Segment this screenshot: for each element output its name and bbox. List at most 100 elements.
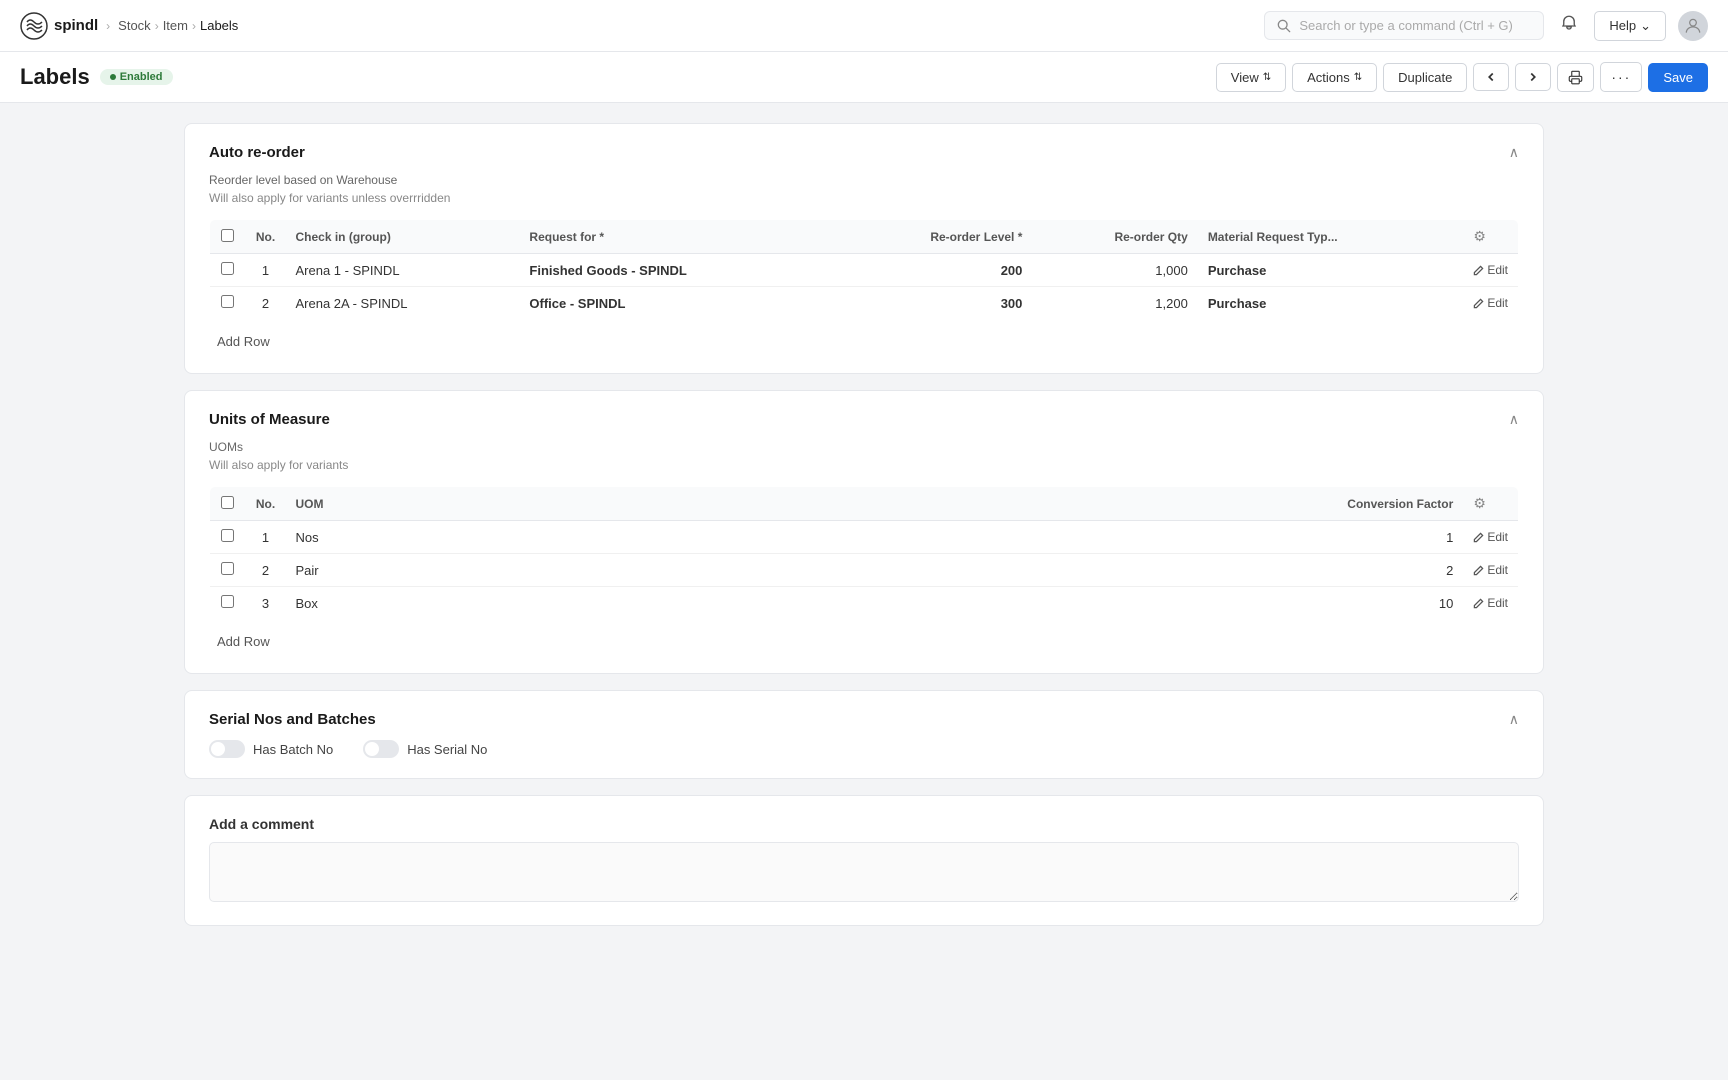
breadcrumb-labels[interactable]: Labels xyxy=(200,18,238,33)
uom-section: Units of Measure ∧ UOMs Will also apply … xyxy=(184,390,1544,674)
table-row: 2 Pair 2 Edit xyxy=(210,554,1519,587)
uom-add-row[interactable]: Add Row xyxy=(209,630,278,653)
comment-input[interactable] xyxy=(209,842,1519,902)
row-reorder-level: 300 xyxy=(834,287,1033,320)
row-material-type: Purchase xyxy=(1198,287,1464,320)
has-batch-no-item: Has Batch No xyxy=(209,740,333,758)
auto-reorder-subtitle: Reorder level based on Warehouse xyxy=(209,173,1519,187)
more-button[interactable]: ··· xyxy=(1600,62,1642,92)
row-checkbox[interactable] xyxy=(221,262,234,275)
breadcrumb-sep-3: › xyxy=(192,19,196,33)
nav-right: Search or type a command (Ctrl + G) Help… xyxy=(1264,10,1708,41)
row-edit-cell: Edit xyxy=(1463,587,1518,620)
has-serial-no-item: Has Serial No xyxy=(363,740,487,758)
row-conversion-factor: 1 xyxy=(610,521,1463,554)
serial-nos-section: Serial Nos and Batches ∧ Has Batch No Ha… xyxy=(184,690,1544,779)
top-nav: spindl › Stock › Item › Labels Search or… xyxy=(0,0,1728,52)
prev-button[interactable] xyxy=(1473,63,1509,91)
page-title-area: Labels Enabled xyxy=(20,64,173,90)
logo-icon xyxy=(20,12,48,40)
next-button[interactable] xyxy=(1515,63,1551,91)
breadcrumb: Stock › Item › Labels xyxy=(118,18,238,33)
row-checkbox-cell xyxy=(210,587,246,620)
row-checkbox[interactable] xyxy=(221,529,234,542)
auto-reorder-section: Auto re-order ∧ Reorder level based on W… xyxy=(184,123,1544,374)
main-scroll-area[interactable]: Auto re-order ∧ Reorder level based on W… xyxy=(0,103,1728,946)
uom-settings-col: ⚙ xyxy=(1463,487,1518,521)
row-check-in: Arena 1 - SPINDL xyxy=(286,254,520,287)
row-checkbox-cell xyxy=(210,521,246,554)
uom-check-all-col xyxy=(210,487,246,521)
comment-title: Add a comment xyxy=(209,816,1519,832)
breadcrumb-stock[interactable]: Stock xyxy=(118,18,151,33)
print-button[interactable] xyxy=(1557,63,1594,92)
user-avatar[interactable] xyxy=(1678,11,1708,41)
has-batch-no-label: Has Batch No xyxy=(253,742,333,757)
uom-table: No. UOM Conversion Factor ⚙ 1 Nos 1 Edit xyxy=(209,486,1519,620)
row-checkbox[interactable] xyxy=(221,562,234,575)
help-chevron: ⌄ xyxy=(1640,18,1651,34)
auto-reorder-table: No. Check in (group) Request for * Re-or… xyxy=(209,219,1519,320)
uom-subtitle: UOMs xyxy=(209,440,1519,454)
auto-reorder-add-row[interactable]: Add Row xyxy=(209,330,278,353)
page-header: Labels Enabled View ⇅ Actions ⇅ Duplicat… xyxy=(0,52,1728,103)
auto-reorder-note: Will also apply for variants unless over… xyxy=(209,191,1519,205)
comment-section: Add a comment xyxy=(184,795,1544,926)
auto-reorder-header[interactable]: Auto re-order ∧ xyxy=(209,144,1519,161)
row-edit-cell: Edit xyxy=(1463,521,1518,554)
actions-chevron-icon: ⇅ xyxy=(1354,72,1362,83)
row-no: 1 xyxy=(246,254,286,287)
row-checkbox[interactable] xyxy=(221,295,234,308)
header-actions: View ⇅ Actions ⇅ Duplicate ··· Save xyxy=(1216,62,1708,92)
search-bar[interactable]: Search or type a command (Ctrl + G) xyxy=(1264,11,1544,40)
row-checkbox[interactable] xyxy=(221,595,234,608)
auto-reorder-settings-btn[interactable]: ⚙ xyxy=(1473,228,1486,245)
row-edit-cell: Edit xyxy=(1463,254,1518,287)
row-edit-link[interactable]: Edit xyxy=(1473,563,1508,577)
row-edit-link[interactable]: Edit xyxy=(1473,596,1508,610)
uom-settings-btn[interactable]: ⚙ xyxy=(1473,495,1486,512)
auto-reorder-no-col: No. xyxy=(246,220,286,254)
actions-button[interactable]: Actions ⇅ xyxy=(1292,63,1377,92)
notification-bell[interactable] xyxy=(1556,10,1582,41)
auto-reorder-title: Auto re-order xyxy=(209,144,305,161)
uom-note: Will also apply for variants xyxy=(209,458,1519,472)
auto-reorder-level-col: Re-order Level * xyxy=(834,220,1033,254)
view-button[interactable]: View ⇅ xyxy=(1216,63,1286,92)
table-row: 3 Box 10 Edit xyxy=(210,587,1519,620)
row-edit-link[interactable]: Edit xyxy=(1473,530,1508,544)
row-edit-link[interactable]: Edit xyxy=(1473,296,1508,310)
row-edit-cell: Edit xyxy=(1463,554,1518,587)
row-uom: Nos xyxy=(286,521,611,554)
row-conversion-factor: 2 xyxy=(610,554,1463,587)
help-label: Help xyxy=(1609,18,1636,33)
row-checkbox-cell xyxy=(210,554,246,587)
row-edit-link[interactable]: Edit xyxy=(1473,263,1508,277)
auto-reorder-collapse-icon: ∧ xyxy=(1509,144,1519,161)
uom-name-col: UOM xyxy=(286,487,611,521)
row-edit-cell: Edit xyxy=(1463,287,1518,320)
auto-reorder-request-col: Request for * xyxy=(519,220,833,254)
table-row: 1 Nos 1 Edit xyxy=(210,521,1519,554)
row-no: 3 xyxy=(246,587,286,620)
serial-nos-header[interactable]: Serial Nos and Batches ∧ xyxy=(209,711,1519,728)
uom-header[interactable]: Units of Measure ∧ xyxy=(209,411,1519,428)
breadcrumb-item[interactable]: Item xyxy=(163,18,188,33)
row-check-in: Arena 2A - SPINDL xyxy=(286,287,520,320)
has-serial-no-toggle[interactable] xyxy=(363,740,399,758)
duplicate-button[interactable]: Duplicate xyxy=(1383,63,1467,92)
has-batch-no-toggle[interactable] xyxy=(209,740,245,758)
auto-reorder-check-all-col xyxy=(210,220,246,254)
row-request-for: Office - SPINDL xyxy=(519,287,833,320)
table-row: 1 Arena 1 - SPINDL Finished Goods - SPIN… xyxy=(210,254,1519,287)
main-content: Auto re-order ∧ Reorder level based on W… xyxy=(164,103,1564,946)
auto-reorder-select-all[interactable] xyxy=(221,229,234,242)
logo[interactable]: spindl xyxy=(20,12,98,40)
serial-nos-collapse-icon: ∧ xyxy=(1509,711,1519,728)
view-chevron-icon: ⇅ xyxy=(1263,72,1271,83)
uom-select-all[interactable] xyxy=(221,496,234,509)
help-button[interactable]: Help ⌄ xyxy=(1594,11,1666,41)
uom-factor-col: Conversion Factor xyxy=(610,487,1463,521)
row-no: 2 xyxy=(246,554,286,587)
save-button[interactable]: Save xyxy=(1648,63,1708,92)
